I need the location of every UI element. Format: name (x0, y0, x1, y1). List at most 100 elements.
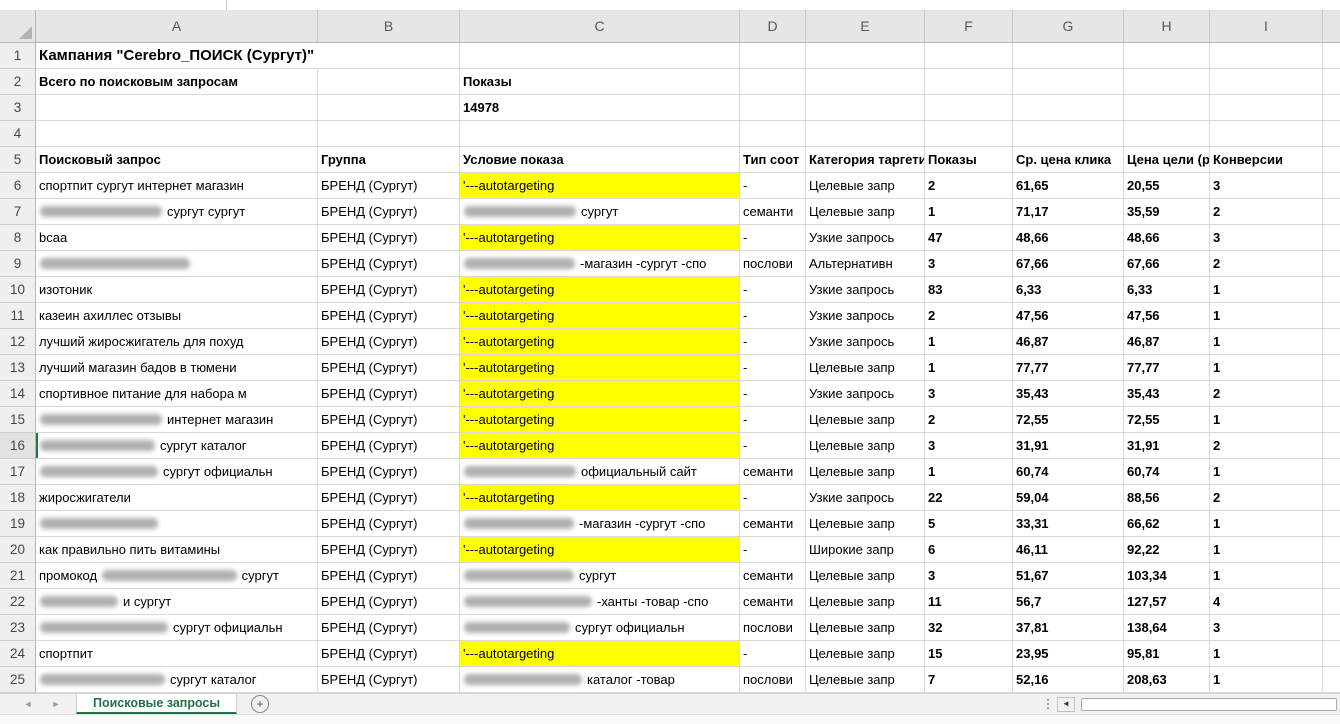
cell-I2[interactable] (1210, 69, 1323, 95)
cell-C2[interactable]: Показы (460, 69, 740, 95)
cell-A16[interactable]: сургут каталог (36, 433, 318, 459)
cell-I10[interactable]: 1 (1210, 277, 1323, 303)
cell-G5[interactable]: Ср. цена клика (1013, 147, 1124, 173)
cell-F17[interactable]: 1 (925, 459, 1013, 485)
cell-C20[interactable]: '---autotargeting (460, 537, 740, 563)
cell-H15[interactable]: 72,55 (1124, 407, 1210, 433)
cell-F5[interactable]: Показы (925, 147, 1013, 173)
cell-G21[interactable]: 51,67 (1013, 563, 1124, 589)
cell-G15[interactable]: 72,55 (1013, 407, 1124, 433)
row-header-13[interactable]: 13 (0, 355, 36, 381)
cell-E23[interactable]: Целевые запр (806, 615, 925, 641)
cell-G2[interactable] (1013, 69, 1124, 95)
cell-A15[interactable]: интернет магазин (36, 407, 318, 433)
cell-C3[interactable]: 14978 (460, 95, 740, 121)
cell-A23[interactable]: сургут официальн (36, 615, 318, 641)
cell-C7[interactable]: сургут (460, 199, 740, 225)
cell-D14[interactable]: - (740, 381, 806, 407)
row-header-4[interactable]: 4 (0, 121, 36, 147)
cell-H21[interactable]: 103,34 (1124, 563, 1210, 589)
cell-B25[interactable]: БРЕНД (Сургут) (318, 667, 460, 693)
cell-C6[interactable]: '---autotargeting (460, 173, 740, 199)
cell-B3[interactable] (318, 95, 460, 121)
cell-H8[interactable]: 48,66 (1124, 225, 1210, 251)
cell-H23[interactable]: 138,64 (1124, 615, 1210, 641)
cell-I24[interactable]: 1 (1210, 641, 1323, 667)
cell-F4[interactable] (925, 121, 1013, 147)
cell-D20[interactable]: - (740, 537, 806, 563)
cell-D16[interactable]: - (740, 433, 806, 459)
cell-H24[interactable]: 95,81 (1124, 641, 1210, 667)
empty-cell[interactable] (1323, 329, 1340, 355)
row-header-23[interactable]: 23 (0, 615, 36, 641)
cell-I18[interactable]: 2 (1210, 485, 1323, 511)
column-header-A[interactable]: A (36, 10, 318, 43)
cell-F2[interactable] (925, 69, 1013, 95)
cell-E21[interactable]: Целевые запр (806, 563, 925, 589)
row-header-19[interactable]: 19 (0, 511, 36, 537)
cell-B20[interactable]: БРЕНД (Сургут) (318, 537, 460, 563)
cell-D24[interactable]: - (740, 641, 806, 667)
empty-cell[interactable] (1323, 381, 1340, 407)
cell-I12[interactable]: 1 (1210, 329, 1323, 355)
cell-F7[interactable]: 1 (925, 199, 1013, 225)
cell-F8[interactable]: 47 (925, 225, 1013, 251)
cell-D3[interactable] (740, 95, 806, 121)
empty-cell[interactable] (1323, 667, 1340, 693)
cell-G20[interactable]: 46,11 (1013, 537, 1124, 563)
empty-cell[interactable] (1323, 563, 1340, 589)
cell-A3[interactable] (36, 95, 318, 121)
cell-H5[interactable]: Цена цели (ру (1124, 147, 1210, 173)
empty-cell[interactable] (1323, 251, 1340, 277)
cell-G6[interactable]: 61,65 (1013, 173, 1124, 199)
cell-E15[interactable]: Целевые запр (806, 407, 925, 433)
empty-cell[interactable] (1323, 511, 1340, 537)
cell-C12[interactable]: '---autotargeting (460, 329, 740, 355)
cell-A6[interactable]: спортпит сургут интернет магазин (36, 173, 318, 199)
cell-A13[interactable]: лучший магазин бадов в тюмени (36, 355, 318, 381)
cell-H7[interactable]: 35,59 (1124, 199, 1210, 225)
cell-E17[interactable]: Целевые запр (806, 459, 925, 485)
cell-B5[interactable]: Группа (318, 147, 460, 173)
row-header-18[interactable]: 18 (0, 485, 36, 511)
cell-F3[interactable] (925, 95, 1013, 121)
row-header-9[interactable]: 9 (0, 251, 36, 277)
scrollbar-resize-grip[interactable] (1047, 699, 1049, 709)
cell-D15[interactable]: - (740, 407, 806, 433)
cell-I4[interactable] (1210, 121, 1323, 147)
row-header-25[interactable]: 25 (0, 667, 36, 693)
row-header-10[interactable]: 10 (0, 277, 36, 303)
empty-cell[interactable] (1323, 355, 1340, 381)
cell-C21[interactable]: сургут (460, 563, 740, 589)
cell-H25[interactable]: 208,63 (1124, 667, 1210, 693)
cell-A10[interactable]: изотоник (36, 277, 318, 303)
cell-A25[interactable]: сургут каталог (36, 667, 318, 693)
cell-A18[interactable]: жиросжигатели (36, 485, 318, 511)
row-header-5[interactable]: 5 (0, 147, 36, 173)
cell-D21[interactable]: семанти (740, 563, 806, 589)
cell-H20[interactable]: 92,22 (1124, 537, 1210, 563)
empty-cell[interactable] (1323, 615, 1340, 641)
cell-E24[interactable]: Целевые запр (806, 641, 925, 667)
empty-cell[interactable] (1323, 459, 1340, 485)
cell-B10[interactable]: БРЕНД (Сургут) (318, 277, 460, 303)
column-header-C[interactable]: C (460, 10, 740, 43)
row-header-1[interactable]: 1 (0, 43, 36, 69)
cell-D4[interactable] (740, 121, 806, 147)
cell-B16[interactable]: БРЕНД (Сургут) (318, 433, 460, 459)
cell-B13[interactable]: БРЕНД (Сургут) (318, 355, 460, 381)
cell-A24[interactable]: спортпит (36, 641, 318, 667)
cell-E8[interactable]: Узкие запрось (806, 225, 925, 251)
cell-H9[interactable]: 67,66 (1124, 251, 1210, 277)
cell-E22[interactable]: Целевые запр (806, 589, 925, 615)
next-sheet-icon[interactable]: ► (42, 694, 70, 714)
cell-F15[interactable]: 2 (925, 407, 1013, 433)
cell-E11[interactable]: Узкие запрось (806, 303, 925, 329)
cell-A4[interactable] (36, 121, 318, 147)
cell-I17[interactable]: 1 (1210, 459, 1323, 485)
cell-I9[interactable]: 2 (1210, 251, 1323, 277)
cell-E4[interactable] (806, 121, 925, 147)
empty-cell[interactable] (1323, 537, 1340, 563)
cell-H6[interactable]: 20,55 (1124, 173, 1210, 199)
cell-E18[interactable]: Узкие запрось (806, 485, 925, 511)
